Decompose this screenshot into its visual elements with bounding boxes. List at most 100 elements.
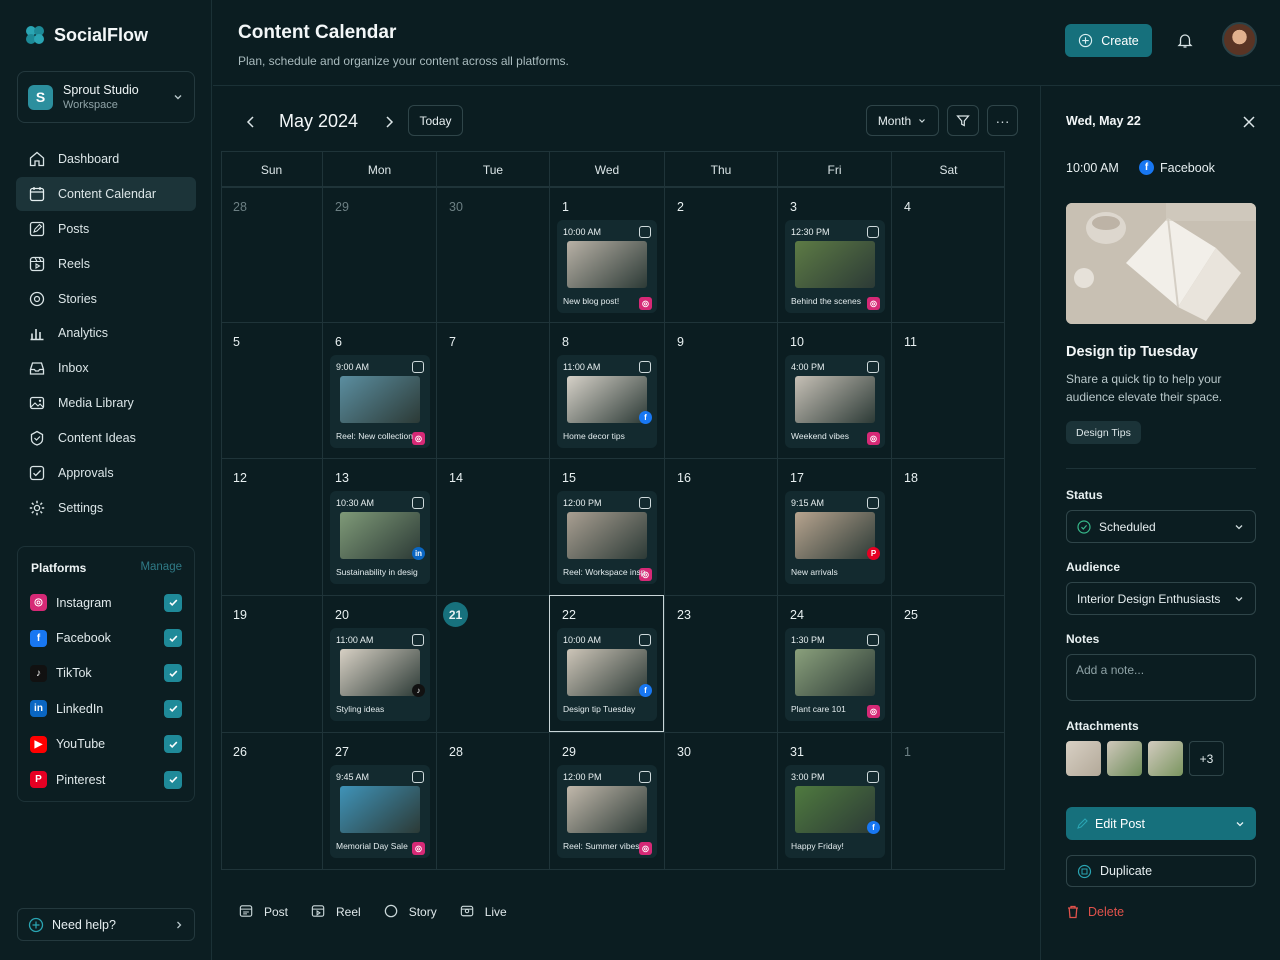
calendar-day-cell[interactable]: 21 bbox=[436, 595, 549, 732]
filter-button[interactable] bbox=[947, 105, 979, 136]
platform-checkbox[interactable] bbox=[164, 770, 182, 789]
post-card[interactable]: 4:00 PM ◎ Weekend vibes bbox=[785, 355, 885, 448]
post-card[interactable]: 10:00 AM f Design tip Tuesday bbox=[557, 628, 657, 721]
nav-item-dashboard[interactable]: Dashboard bbox=[16, 142, 196, 176]
previous-month-icon[interactable] bbox=[243, 114, 259, 130]
nav-item-content-ideas[interactable]: Content Ideas bbox=[16, 421, 196, 455]
calendar-day-cell[interactable]: 27 9:45 AM ◎ Memorial Day Sale bbox=[322, 732, 436, 870]
calendar-day-cell[interactable]: 24 1:30 PM ◎ Plant care 101 bbox=[777, 595, 891, 732]
attachment-thumbnail[interactable] bbox=[1107, 741, 1142, 776]
post-card[interactable]: 12:30 PM ◎ Behind the scenes bbox=[785, 220, 885, 313]
calendar-day-cell[interactable]: 17 9:15 AM P New arrivals bbox=[777, 458, 891, 595]
nav-item-media-library[interactable]: Media Library bbox=[16, 386, 196, 420]
calendar-day-cell[interactable]: 6 9:00 AM ◎ Reel: New collection bbox=[322, 322, 436, 458]
post-title: Design tip Tuesday bbox=[1066, 344, 1198, 360]
nav-item-posts[interactable]: Posts bbox=[16, 212, 196, 246]
duplicate-button[interactable]: Duplicate bbox=[1066, 855, 1256, 887]
more-attachments-button[interactable]: +3 bbox=[1189, 741, 1224, 776]
bell-icon[interactable] bbox=[1176, 31, 1194, 49]
calendar-day-cell[interactable]: 25 bbox=[891, 595, 1005, 732]
notes-field[interactable]: Add a note... bbox=[1066, 654, 1256, 701]
post-card[interactable]: 3:00 PM f Happy Friday! bbox=[785, 765, 885, 858]
calendar-day-cell[interactable]: 3 12:30 PM ◎ Behind the scenes bbox=[777, 187, 891, 322]
post-label: Memorial Day Sale bbox=[336, 841, 408, 851]
platform-checkbox[interactable] bbox=[164, 629, 182, 648]
post-card[interactable]: 11:00 AM f Home decor tips bbox=[557, 355, 657, 448]
calendar-day-cell[interactable]: 7 bbox=[436, 322, 549, 458]
post-card[interactable]: 10:30 AM in Sustainability in design bbox=[330, 491, 430, 584]
need-help-button[interactable]: Need help? bbox=[17, 908, 195, 941]
calendar-day-cell[interactable]: 22 10:00 AM f Design tip Tuesday bbox=[549, 595, 664, 732]
weekday-sun: Sun bbox=[260, 163, 283, 177]
calendar-day-cell[interactable]: 30 bbox=[664, 732, 777, 870]
post-card[interactable]: 12:00 PM ◎ Reel: Workspace inspo bbox=[557, 491, 657, 584]
user-avatar[interactable] bbox=[1222, 22, 1257, 57]
calendar-day-cell[interactable]: 18 bbox=[891, 458, 1005, 595]
calendar-day-cell[interactable]: 14 bbox=[436, 458, 549, 595]
nav-item-reels[interactable]: Reels bbox=[16, 247, 196, 281]
calendar-day-cell[interactable]: 29 12:00 PM ◎ Reel: Summer vibes bbox=[549, 732, 664, 870]
audience-select[interactable]: Interior Design Enthusiasts bbox=[1066, 582, 1256, 615]
platform-row-tiktok: ♪ TikTok bbox=[18, 656, 194, 691]
nav-item-inbox[interactable]: Inbox bbox=[16, 351, 196, 385]
post-tag[interactable]: Design Tips bbox=[1066, 421, 1141, 444]
nav-item-content-calendar[interactable]: Content Calendar bbox=[16, 176, 196, 211]
nav-item-approvals[interactable]: Approvals bbox=[16, 456, 196, 490]
calendar-day-cell[interactable]: 8 11:00 AM f Home decor tips bbox=[549, 322, 664, 458]
weekday-mon: Mon bbox=[322, 152, 436, 188]
post-card[interactable]: 9:45 AM ◎ Memorial Day Sale bbox=[330, 765, 430, 858]
attachment-thumbnail[interactable] bbox=[1066, 741, 1101, 776]
calendar-day-cell[interactable]: 26 bbox=[221, 732, 322, 870]
platform-checkbox[interactable] bbox=[164, 593, 182, 612]
create-button[interactable]: Create bbox=[1065, 24, 1152, 57]
post-thumbnail bbox=[567, 241, 647, 288]
nav-item-stories[interactable]: Stories bbox=[16, 282, 196, 316]
calendar-day-cell[interactable]: 30 bbox=[436, 187, 549, 322]
platform-checkbox[interactable] bbox=[164, 735, 182, 754]
calendar-day-cell[interactable]: 11 bbox=[891, 322, 1005, 458]
calendar-day-cell[interactable]: 19 bbox=[221, 595, 322, 732]
calendar-day-cell[interactable]: 23 bbox=[664, 595, 777, 732]
calendar-day-cell[interactable]: 9 bbox=[664, 322, 777, 458]
view-select[interactable]: Month bbox=[866, 105, 939, 136]
calendar-day-cell[interactable]: 2 bbox=[664, 187, 777, 322]
calendar-day-cell[interactable]: 10 4:00 PM ◎ Weekend vibes bbox=[777, 322, 891, 458]
calendar-day-cell[interactable]: 16 bbox=[664, 458, 777, 595]
delete-button[interactable]: Delete bbox=[1066, 904, 1124, 919]
nav-item-settings[interactable]: Settings bbox=[16, 491, 196, 525]
manage-platforms-link[interactable]: Manage bbox=[140, 561, 182, 575]
brand[interactable]: SocialFlow bbox=[24, 24, 148, 46]
calendar-day-cell[interactable]: 28 bbox=[436, 732, 549, 870]
next-month-icon[interactable] bbox=[381, 114, 397, 130]
calendar-day-cell[interactable]: 31 3:00 PM f Happy Friday! bbox=[777, 732, 891, 870]
calendar-day-cell[interactable]: 1 10:00 AM ◎ New blog post! bbox=[549, 187, 664, 322]
calendar-day-cell[interactable]: 5 bbox=[221, 322, 322, 458]
calendar-day-cell[interactable]: 12 bbox=[221, 458, 322, 595]
post-card[interactable]: 11:00 AM ♪ Styling ideas bbox=[330, 628, 430, 721]
post-card[interactable]: 10:00 AM ◎ New blog post! bbox=[557, 220, 657, 313]
post-card[interactable]: 12:00 PM ◎ Reel: Summer vibes bbox=[557, 765, 657, 858]
calendar-day-cell[interactable]: 13 10:30 AM in Sustainability in design bbox=[322, 458, 436, 595]
panel-date: Wed, May 22 bbox=[1066, 114, 1141, 128]
calendar-day-cell[interactable]: 15 12:00 PM ◎ Reel: Workspace inspo bbox=[549, 458, 664, 595]
more-options-button[interactable]: ··· bbox=[987, 105, 1018, 136]
post-card[interactable]: 1:30 PM ◎ Plant care 101 bbox=[785, 628, 885, 721]
nav-item-label: Approvals bbox=[58, 466, 114, 481]
close-icon[interactable] bbox=[1242, 115, 1256, 129]
platform-checkbox[interactable] bbox=[164, 699, 182, 718]
calendar-day-cell[interactable]: 4 bbox=[891, 187, 1005, 322]
today-button[interactable]: Today bbox=[408, 105, 463, 136]
status-select[interactable]: Scheduled bbox=[1066, 510, 1256, 543]
calendar-day-cell[interactable]: 28 bbox=[221, 187, 322, 322]
workspace-switcher[interactable]: S Sprout Studio Workspace bbox=[17, 71, 195, 123]
edit-post-button[interactable]: Edit Post bbox=[1066, 807, 1256, 840]
platform-checkbox[interactable] bbox=[164, 664, 182, 683]
post-card[interactable]: 9:15 AM P New arrivals bbox=[785, 491, 885, 584]
attachment-thumbnail[interactable] bbox=[1148, 741, 1183, 776]
calendar-day-cell[interactable]: 1 bbox=[891, 732, 1005, 870]
chevron-down-icon[interactable] bbox=[1234, 818, 1246, 830]
nav-item-analytics[interactable]: Analytics bbox=[16, 316, 196, 350]
post-card[interactable]: 9:00 AM ◎ Reel: New collection bbox=[330, 355, 430, 448]
calendar-day-cell[interactable]: 20 11:00 AM ♪ Styling ideas bbox=[322, 595, 436, 732]
calendar-day-cell[interactable]: 29 bbox=[322, 187, 436, 322]
